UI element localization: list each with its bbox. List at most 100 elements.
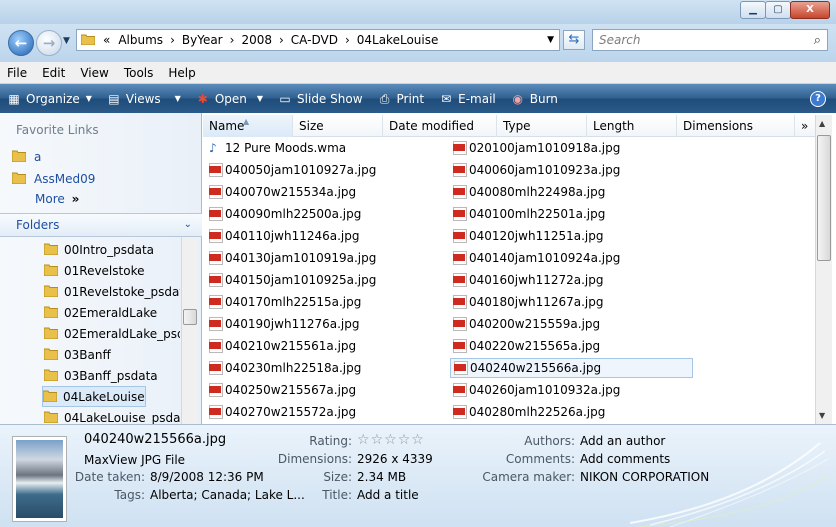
file-item[interactable]: 040140jam1010924a.jpg bbox=[453, 248, 620, 268]
address-dropdown-icon[interactable]: ▼ bbox=[547, 35, 554, 45]
file-item[interactable]: 040170mlh22515a.jpg bbox=[209, 292, 361, 312]
breadcrumb-2008[interactable]: 2008 bbox=[241, 33, 272, 47]
address-bar[interactable]: « Albums › ByYear › 2008 › CA-DVD › 04La… bbox=[76, 29, 560, 51]
file-item[interactable]: 040150jam1010925a.jpg bbox=[209, 270, 376, 290]
file-name: 040240w215566a.jpg bbox=[470, 361, 602, 375]
folder-tree-scrollbar[interactable] bbox=[181, 237, 198, 424]
folders-header[interactable]: Folders ⌄ bbox=[0, 213, 202, 237]
file-item[interactable]: 040220w215565a.jpg bbox=[453, 336, 600, 356]
folder-tree-item[interactable]: 04LakeLouise bbox=[42, 386, 146, 407]
menu-help[interactable]: Help bbox=[168, 66, 195, 80]
breadcrumb-byyear[interactable]: ByYear bbox=[182, 33, 223, 47]
folder-tree-item[interactable]: 01Revelstoke bbox=[43, 260, 180, 281]
date-taken-value[interactable]: 8/9/2008 12:36 PM bbox=[150, 470, 264, 484]
file-item[interactable]: 040210w215561a.jpg bbox=[209, 336, 356, 356]
folder-tree-item[interactable]: 02EmeraldLake bbox=[43, 302, 180, 323]
star-icon[interactable]: ☆ bbox=[411, 432, 425, 448]
file-item[interactable]: 040190jwh11276a.jpg bbox=[209, 314, 359, 334]
rating-stars[interactable]: ☆☆☆☆☆ bbox=[357, 432, 425, 448]
breadcrumb-separator-icon[interactable]: › bbox=[230, 33, 235, 47]
scroll-down-icon[interactable]: ▼ bbox=[819, 411, 825, 420]
more-columns-button[interactable]: » bbox=[795, 115, 816, 137]
folder-tree-item[interactable]: 01Revelstoke_psdat bbox=[43, 281, 180, 302]
star-icon[interactable]: ☆ bbox=[398, 432, 412, 448]
folder-tree-item[interactable]: 02EmeraldLake_psd bbox=[43, 323, 180, 344]
favorite-link-a[interactable]: a bbox=[11, 148, 41, 165]
breadcrumb-albums[interactable]: Albums bbox=[118, 33, 163, 47]
scrollbar-thumb[interactable] bbox=[183, 309, 197, 325]
scroll-up-icon[interactable]: ▲ bbox=[819, 119, 825, 128]
file-item[interactable]: 040250w215567a.jpg bbox=[209, 380, 356, 400]
views-button[interactable]: ▤ Views ▼ bbox=[106, 92, 181, 106]
menu-edit[interactable]: Edit bbox=[42, 66, 65, 80]
breadcrumb-separator-icon[interactable]: › bbox=[279, 33, 284, 47]
folder-tree-item[interactable]: 03Banff_psdata bbox=[43, 365, 180, 386]
burn-button[interactable]: ◉ Burn bbox=[510, 92, 558, 106]
organize-button[interactable]: ▦ Organize ▼ bbox=[6, 92, 92, 106]
file-item[interactable]: 040200w215559a.jpg bbox=[453, 314, 600, 334]
file-item[interactable]: ♪ 12 Pure Moods.wma bbox=[209, 138, 346, 158]
file-item[interactable]: 040060jam1010923a.jpg bbox=[453, 160, 620, 180]
file-item[interactable]: 040240w215566a.jpg bbox=[450, 358, 693, 378]
file-item[interactable]: 040270w215572a.jpg bbox=[209, 402, 356, 422]
views-label: Views bbox=[125, 91, 161, 106]
menu-view[interactable]: View bbox=[80, 66, 108, 80]
file-list-scrollbar[interactable]: ▲ ▼ bbox=[815, 115, 832, 424]
folder-tree-item[interactable]: 04LakeLouise_psdat bbox=[43, 407, 180, 424]
file-item[interactable]: 040230mlh22518a.jpg bbox=[209, 358, 361, 378]
file-item[interactable]: 040120jwh11251a.jpg bbox=[453, 226, 603, 246]
breadcrumb-ca-dvd[interactable]: CA-DVD bbox=[291, 33, 338, 47]
file-item[interactable]: 040160jwh11272a.jpg bbox=[453, 270, 603, 290]
organize-label: Organize bbox=[26, 91, 80, 106]
breadcrumb-separator-icon[interactable]: › bbox=[345, 33, 350, 47]
title-value[interactable]: Add a title bbox=[357, 488, 419, 502]
file-item[interactable]: 040280mlh22526a.jpg bbox=[453, 402, 605, 422]
file-item[interactable]: 040100mlh22501a.jpg bbox=[453, 204, 605, 224]
forward-button[interactable]: → bbox=[36, 30, 62, 56]
menu-file[interactable]: File bbox=[7, 66, 27, 80]
open-button[interactable]: ✱ Open ▼ bbox=[195, 92, 263, 106]
email-button[interactable]: ✉ E-mail bbox=[438, 92, 496, 106]
file-item[interactable]: 040110jwh11246a.jpg bbox=[209, 226, 359, 246]
column-header-date-modified[interactable]: Date modified bbox=[383, 115, 497, 137]
column-header-length[interactable]: Length bbox=[587, 115, 677, 137]
refresh-button[interactable]: ⇆ bbox=[563, 30, 585, 50]
close-button[interactable]: X bbox=[790, 1, 830, 19]
file-item[interactable]: 020100jam1010918a.jpg bbox=[453, 138, 620, 158]
column-header-dimensions[interactable]: Dimensions bbox=[677, 115, 795, 137]
decorative-swoosh bbox=[630, 442, 830, 527]
back-button[interactable]: ← bbox=[8, 30, 34, 56]
star-icon[interactable]: ☆ bbox=[384, 432, 398, 448]
file-item[interactable]: 040080mlh22498a.jpg bbox=[453, 182, 605, 202]
maximize-button[interactable]: ▢ bbox=[765, 1, 791, 19]
breadcrumb-04lakelouise[interactable]: 04LakeLouise bbox=[357, 33, 439, 47]
star-icon[interactable]: ☆ bbox=[371, 432, 385, 448]
column-header-size[interactable]: Size bbox=[293, 115, 383, 137]
slideshow-button[interactable]: ▭ Slide Show bbox=[277, 92, 362, 106]
file-item[interactable]: 040260jam1010932a.jpg bbox=[453, 380, 620, 400]
favorite-link-assmed09[interactable]: AssMed09 bbox=[11, 170, 95, 187]
breadcrumb-separator-icon[interactable]: › bbox=[170, 33, 175, 47]
recent-pages-dropdown-icon[interactable]: ▼ bbox=[63, 36, 70, 46]
folder-tree-item[interactable]: 00Intro_psdata bbox=[43, 239, 180, 260]
address-overflow-icon[interactable]: « bbox=[103, 33, 110, 47]
print-button[interactable]: ⎙ Print bbox=[377, 92, 424, 106]
folder-tree-item[interactable]: 03Banff bbox=[43, 344, 180, 365]
more-favorites-link[interactable]: More » bbox=[35, 192, 79, 206]
minimize-button[interactable]: ▁ bbox=[740, 1, 766, 19]
file-item[interactable]: 040050jam1010927a.jpg bbox=[209, 160, 376, 180]
file-item[interactable]: 040070w215534a.jpg bbox=[209, 182, 356, 202]
scrollbar-thumb[interactable] bbox=[817, 135, 831, 261]
column-header-type[interactable]: Type bbox=[497, 115, 587, 137]
file-item[interactable]: 040090mlh22500a.jpg bbox=[209, 204, 361, 224]
column-header-name[interactable]: ▲ Name bbox=[203, 115, 293, 137]
chevron-down-icon[interactable]: ⌄ bbox=[184, 214, 192, 236]
star-icon[interactable]: ☆ bbox=[357, 432, 371, 448]
jpg-file-icon bbox=[209, 361, 223, 375]
menu-tools[interactable]: Tools bbox=[124, 66, 154, 80]
file-item[interactable]: 040130jam1010919a.jpg bbox=[209, 248, 376, 268]
help-button[interactable]: ? bbox=[810, 91, 826, 107]
search-input[interactable]: Search ⌕ bbox=[592, 29, 828, 51]
file-item[interactable]: 040180jwh11267a.jpg bbox=[453, 292, 603, 312]
search-icon[interactable]: ⌕ bbox=[814, 33, 821, 48]
